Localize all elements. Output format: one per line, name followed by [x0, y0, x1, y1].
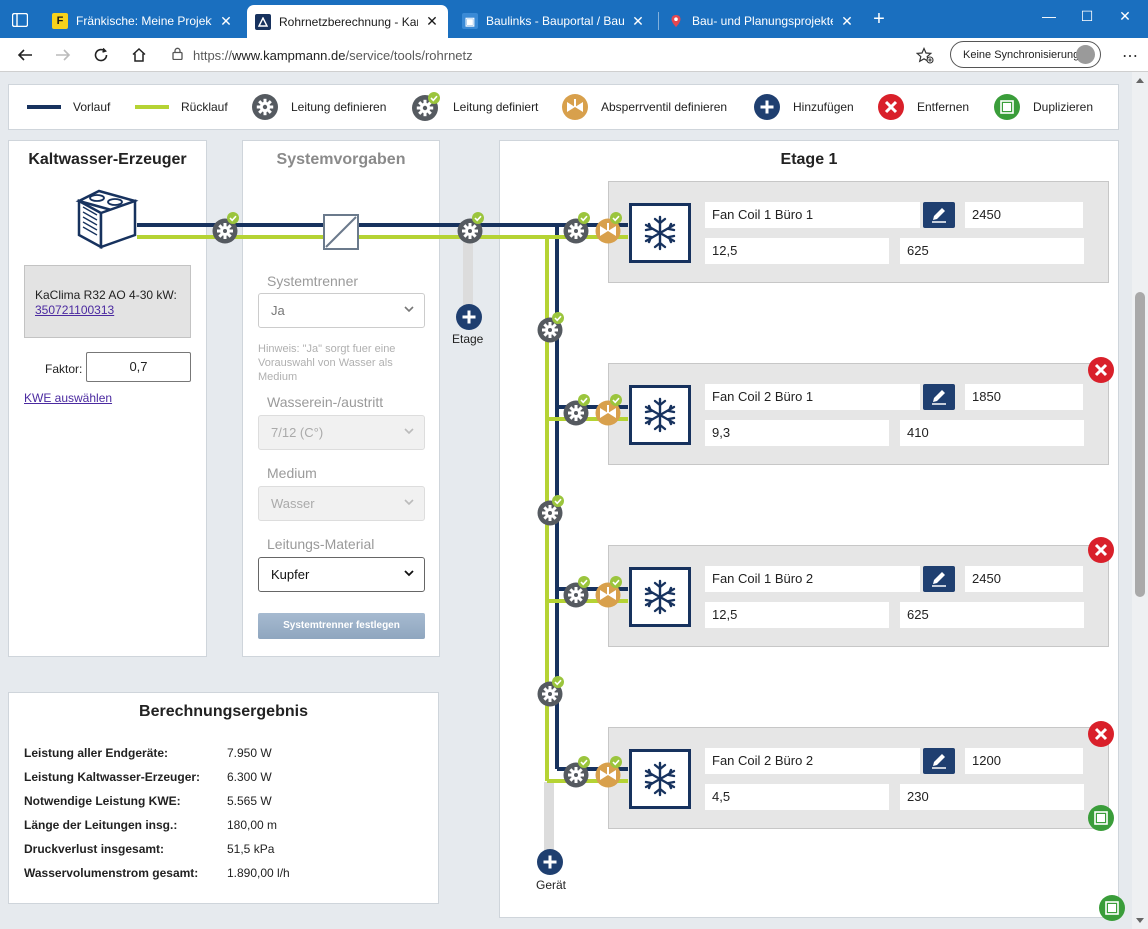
add-etage-button[interactable] — [454, 302, 484, 332]
systemtrenner-icon[interactable] — [323, 214, 359, 250]
check-icon — [577, 211, 591, 225]
tab-separator — [658, 12, 659, 30]
back-icon[interactable] — [12, 43, 38, 67]
pipe-network — [137, 211, 1125, 921]
remove-device-button[interactable] — [1088, 537, 1114, 563]
forward-icon[interactable] — [50, 43, 76, 67]
address-bar: https://www.kampmann.de/service/tools/ro… — [0, 38, 1148, 72]
check-icon — [609, 211, 623, 225]
tab-rohrnetz[interactable]: Rohrnetzberechnung - Kampmann ✕ — [247, 5, 448, 38]
check-icon — [577, 393, 591, 407]
check-icon — [609, 393, 623, 407]
maximize-icon[interactable]: ☐ — [1072, 8, 1102, 30]
add-etage-label: Etage — [452, 332, 484, 346]
sync-label: Keine Synchronisierung — [963, 48, 1080, 61]
add-geraet-button[interactable] — [535, 847, 565, 877]
etage-stub — [463, 242, 473, 312]
lock-icon[interactable] — [172, 47, 183, 63]
tab-label: Rohrnetzberechnung - Kampmann — [279, 14, 418, 29]
tab-close-icon[interactable]: ✕ — [630, 13, 646, 30]
add-geraet-label: Gerät — [536, 878, 567, 892]
home-icon[interactable] — [126, 43, 152, 67]
tab-label: Bau- und Planungsprojekte auf Baulinks — [692, 14, 833, 28]
more-menu-icon[interactable]: ⋯ — [1120, 46, 1140, 66]
duplicate-etage-button[interactable] — [1099, 895, 1125, 921]
tab-bauprojekte[interactable]: Bau- und Planungsprojekte auf Baulinks ✕ — [660, 6, 863, 36]
kampmann-favicon-icon — [255, 13, 271, 30]
check-icon — [551, 311, 565, 325]
fraenkische-favicon-icon: F — [52, 13, 68, 29]
check-icon — [577, 575, 591, 589]
url-prefix: https:// — [193, 47, 233, 63]
duplicate-device-button[interactable] — [1088, 805, 1114, 831]
tab-label: Fränkische: Meine Projekte — [76, 14, 212, 28]
url-host: www.kampmann.de — [232, 47, 346, 63]
check-icon — [226, 211, 240, 225]
url-path: /service/tools/rohrnetz — [345, 47, 473, 63]
window-close-icon[interactable]: ✕ — [1110, 8, 1140, 30]
url-field[interactable]: https://www.kampmann.de/service/tools/ro… — [172, 44, 872, 66]
scroll-up-icon[interactable] — [1136, 78, 1144, 83]
profile-avatar — [1076, 45, 1095, 64]
sync-button[interactable]: Keine Synchronisierung — [950, 41, 1101, 68]
check-icon — [551, 675, 565, 689]
tab-baulinks[interactable]: ▣ Baulinks - Bauportal / Baumagazin ✕ — [454, 6, 654, 36]
favorites-star-icon[interactable] — [912, 43, 938, 67]
new-tab-icon[interactable]: + — [868, 9, 890, 31]
check-icon — [609, 575, 623, 589]
check-icon — [551, 494, 565, 508]
browser-tab-bar: F Fränkische: Meine Projekte ✕ Rohrnetzb… — [0, 0, 1148, 38]
scrollbar-thumb[interactable] — [1135, 292, 1145, 597]
vertical-scrollbar[interactable] — [1132, 72, 1148, 929]
tab-fraenkische[interactable]: F Fränkische: Meine Projekte ✕ — [44, 6, 242, 36]
geraet-stub — [544, 782, 554, 852]
check-icon — [577, 755, 591, 769]
scroll-down-icon[interactable] — [1136, 918, 1144, 923]
reload-icon[interactable] — [88, 43, 114, 67]
map-pin-favicon-icon — [668, 13, 684, 29]
check-icon — [471, 211, 485, 225]
remove-device-button[interactable] — [1088, 721, 1114, 747]
tab-close-icon[interactable]: ✕ — [424, 13, 440, 30]
minimize-icon[interactable]: — — [1034, 8, 1064, 30]
page-content: Vorlauf Rücklauf Leitung definieren Leit… — [0, 72, 1132, 929]
remove-device-button[interactable] — [1088, 357, 1114, 383]
baulinks-favicon-icon: ▣ — [462, 13, 478, 29]
sidebar-toggle-icon[interactable] — [8, 9, 32, 31]
tab-label: Baulinks - Bauportal / Baumagazin — [486, 14, 624, 28]
tab-close-icon[interactable]: ✕ — [218, 13, 234, 30]
check-icon — [609, 755, 623, 769]
tab-close-icon[interactable]: ✕ — [839, 13, 855, 30]
